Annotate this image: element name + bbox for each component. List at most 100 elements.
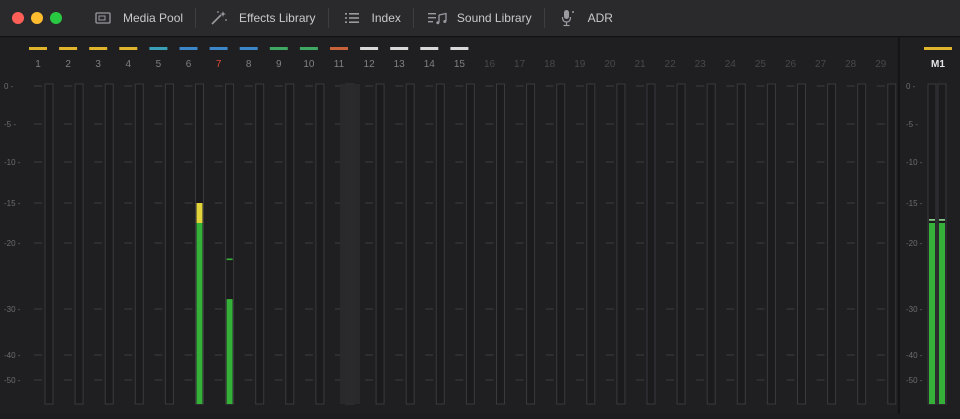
sound-library-button[interactable]: Sound Library: [414, 0, 544, 36]
meter-track: [315, 83, 325, 405]
meter-track: [616, 83, 626, 405]
media-pool-label: Media Pool: [123, 11, 184, 25]
channel-number-label[interactable]: 14: [424, 59, 436, 70]
index-label: Index: [371, 11, 401, 25]
channel-number-label[interactable]: 12: [364, 59, 376, 70]
meter-track: [857, 83, 867, 405]
db-scale-label: -15 -: [906, 199, 923, 208]
toolbar: Media Pool Effects Library Index Sound L…: [0, 0, 960, 37]
effects-library-icon: [208, 10, 230, 26]
channel-number-label[interactable]: 23: [695, 59, 707, 70]
channel-color-bar: [450, 47, 469, 50]
meter-track: [435, 83, 445, 405]
channel-number-label[interactable]: 21: [634, 59, 646, 70]
db-scale-label: -10 -: [4, 158, 21, 167]
channel-color-bar: [330, 47, 348, 50]
channel-number-label[interactable]: 24: [725, 59, 737, 70]
meter-peak-bar: [196, 203, 203, 223]
channel-number-label[interactable]: 28: [845, 59, 857, 70]
meter-track: [405, 83, 415, 405]
channel-meters: 0 --5 --10 --15 --20 --30 --40 --50 -1 2 3…: [4, 47, 897, 405]
channel-color-bar: [299, 47, 318, 50]
channel-number-label[interactable]: 22: [665, 59, 677, 70]
channel-color-bar: [209, 47, 228, 50]
channel-number-label[interactable]: 8: [246, 59, 252, 70]
minimize-window-button[interactable]: [31, 12, 43, 24]
db-scale-label: -30 -: [4, 305, 21, 314]
channel-color-bar: [239, 47, 258, 50]
channel-color-bar: [269, 47, 288, 50]
effects-library-button[interactable]: Effects Library: [196, 0, 327, 36]
db-scale-label: -40 -: [4, 351, 21, 360]
meter-peak-hold: [226, 258, 233, 261]
channel-number-label[interactable]: 16: [484, 59, 496, 70]
sound-library-icon: [426, 10, 448, 26]
meter-level-bar: [226, 299, 233, 404]
meter-track: [164, 83, 174, 405]
channel-number-label[interactable]: 5: [156, 59, 162, 70]
channel-color-bar: [420, 47, 439, 50]
meter-track: [676, 83, 686, 405]
channel-number-label[interactable]: 7: [216, 59, 222, 70]
meter-track: [496, 83, 505, 405]
channel-number-label[interactable]: 17: [514, 59, 526, 70]
effects-library-label: Effects Library: [239, 11, 316, 25]
db-scale-label: -30 -: [906, 305, 923, 314]
db-scale-label: -20 -: [906, 239, 923, 248]
master-peak-hold: [929, 219, 935, 221]
meter-track: [797, 83, 806, 405]
window-controls: [12, 12, 62, 24]
media-pool-button[interactable]: Media Pool: [80, 0, 195, 36]
channel-number-label[interactable]: 10: [303, 59, 315, 70]
channel-number-label[interactable]: 6: [186, 59, 192, 70]
channel-color-bar: [29, 47, 47, 50]
meter-track: [706, 83, 716, 405]
adr-button[interactable]: ADR: [545, 0, 625, 36]
meter-track: [255, 83, 265, 405]
channel-number-label[interactable]: 11: [334, 59, 345, 70]
channel-number-label[interactable]: 3: [95, 59, 101, 70]
channel-number-label[interactable]: 25: [755, 59, 767, 70]
meter-track: [104, 83, 114, 405]
meter-track: [586, 83, 596, 405]
fairlight-meters-window: Media Pool Effects Library Index Sound L…: [0, 0, 960, 414]
master-peak-hold: [939, 219, 945, 221]
meter-track: [134, 83, 144, 405]
channel-number-label[interactable]: 19: [574, 59, 586, 70]
meter-track: [526, 83, 536, 405]
channel-number-label[interactable]: 15: [454, 59, 466, 70]
zoom-window-button[interactable]: [50, 12, 62, 24]
channel-number-label[interactable]: 27: [815, 59, 827, 70]
close-window-button[interactable]: [12, 12, 24, 24]
meter-track: [827, 83, 837, 405]
sound-library-label: Sound Library: [456, 11, 532, 25]
channel-number-label[interactable]: 20: [604, 59, 616, 70]
media-pool-icon: [92, 10, 114, 26]
channel-number-label[interactable]: 13: [394, 59, 406, 70]
channel-number-label[interactable]: 1: [35, 59, 41, 70]
db-scale-label: -5 -: [906, 120, 918, 129]
meter-track: [74, 83, 84, 405]
channel-color-bar: [149, 47, 168, 50]
channel-color-bar: [390, 47, 409, 50]
channel-meters-panel: 0 - -5 - -10 - -15 - -20 - -30 - -40 - -50 -123…: [0, 38, 897, 414]
meter-level-bar: [196, 223, 203, 404]
index-icon: [341, 10, 363, 26]
adr-microphone-icon: [557, 10, 579, 27]
db-scale-label: -50 -: [906, 376, 923, 385]
channel-number-label[interactable]: 9: [276, 59, 282, 70]
master-level-bar: [939, 223, 945, 404]
channel-color-bar: [59, 47, 78, 50]
channel-number-label[interactable]: 4: [126, 59, 132, 70]
meter-disabled-overlay: [340, 84, 360, 404]
channel-number-label[interactable]: 26: [785, 59, 797, 70]
channel-number-label[interactable]: 29: [875, 59, 887, 70]
meter-track: [887, 83, 897, 405]
meter-track: [44, 83, 54, 405]
channel-number-label[interactable]: 2: [65, 59, 71, 70]
meter-track: [736, 83, 746, 405]
master-label[interactable]: M1: [931, 59, 945, 70]
channel-number-label[interactable]: 18: [544, 59, 556, 70]
index-button[interactable]: Index: [329, 0, 413, 36]
meter-track: [766, 83, 776, 405]
